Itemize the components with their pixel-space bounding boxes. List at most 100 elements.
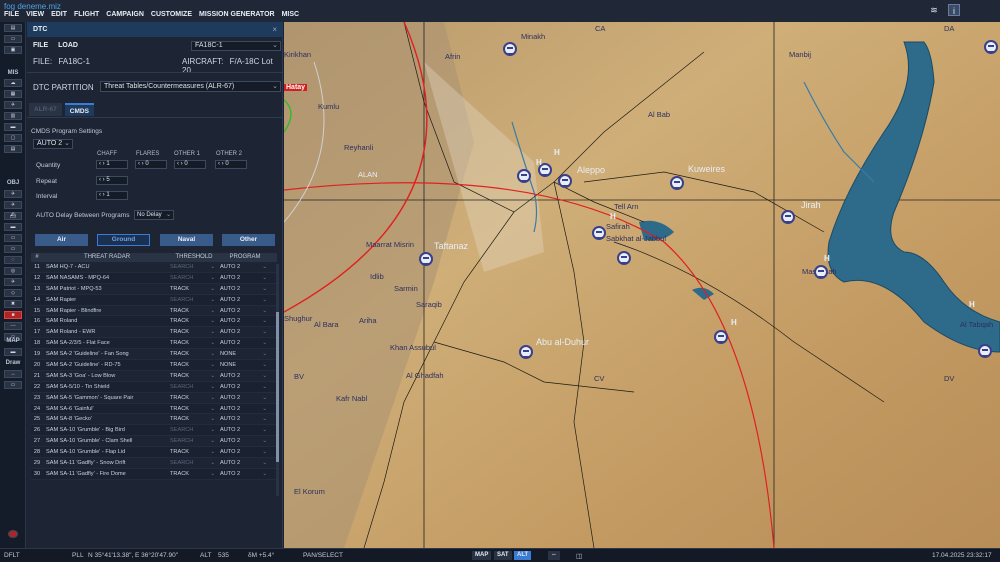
close-icon[interactable]: × — [272, 25, 277, 34]
table-row[interactable]: 13 SAM Patriot - MPQ-53 TRACK ⌄ AUTO 2 ⌄ — [31, 284, 277, 295]
menu-view[interactable]: VIEW — [26, 11, 44, 18]
airport-icon[interactable] — [781, 210, 795, 224]
briefing-icon[interactable]: ▦ — [4, 90, 22, 98]
destroy-icon[interactable]: ■ — [4, 311, 22, 319]
static-object-icon[interactable]: ▭ — [4, 234, 22, 242]
threshold-select[interactable]: TRACK ⌄ — [168, 371, 218, 381]
program-select[interactable]: NONE ⌄ — [218, 360, 270, 370]
airport-icon[interactable] — [592, 226, 606, 240]
table-row[interactable]: 26 SAM SA-10 'Grumble' - Big Bird SEARCH ⌄ A… — [31, 425, 277, 437]
table-row[interactable]: 14 SAM Rapier SEARCH ⌄ AUTO 2 ⌄ — [31, 294, 277, 306]
threshold-select[interactable]: TRACK ⌄ — [168, 360, 218, 370]
menu-mission-generator[interactable]: MISSION GENERATOR — [199, 11, 275, 18]
draw-label[interactable]: Draw — [0, 360, 26, 366]
load-tab[interactable]: LOAD — [58, 42, 78, 49]
menu-misc[interactable]: MISC — [282, 11, 300, 18]
program-select[interactable]: AUTO 2 ⌄ — [218, 382, 270, 392]
helipad-icon[interactable]: H — [536, 158, 542, 167]
table-row[interactable]: 18 SAM SA-2/3/5 - Flat Face TRACK ⌄ AUTO 2 ⌄ — [31, 338, 277, 350]
program-select[interactable]: AUTO 2 ⌄ — [218, 458, 270, 468]
airport-icon[interactable] — [517, 169, 531, 183]
helicopter-group-icon[interactable]: ✈ — [4, 201, 22, 209]
wifi-icon[interactable]: ≋ — [928, 4, 940, 16]
program-select[interactable]: AUTO 2 ⌄ — [218, 414, 270, 424]
threshold-select[interactable]: SEARCH ⌄ — [168, 273, 218, 283]
program-select[interactable]: AUTO 2 ⌄ — [218, 262, 270, 272]
goals-icon[interactable]: ▬ — [4, 123, 22, 131]
helipad-icon[interactable]: H — [610, 212, 616, 221]
repeat-stepper[interactable]: ‹ › 5 — [96, 176, 128, 185]
program-select[interactable]: AUTO 2 ⌄ — [218, 447, 270, 457]
program-select[interactable]: AUTO 2 ⌄ — [218, 273, 270, 283]
program-select[interactable]: AUTO 2 ⌄ — [218, 284, 270, 294]
delay-select[interactable]: No Delay ⌄ — [134, 210, 174, 220]
ground-button[interactable]: Ground — [97, 234, 150, 246]
threshold-select[interactable]: TRACK ⌄ — [168, 316, 218, 326]
table-row[interactable]: 27 SAM SA-10 'Grumble' - Clam Shell SEARCH… — [31, 436, 277, 448]
airbase-icon[interactable]: ✈ — [4, 278, 22, 286]
program-select[interactable]: AUTO 2 ⌄ — [218, 436, 270, 446]
map-canvas[interactable] — [284, 22, 1000, 548]
alt-button[interactable]: ALT — [514, 551, 532, 560]
bullseye-icon[interactable]: ◎ — [4, 267, 22, 275]
menu-edit[interactable]: EDIT — [51, 11, 67, 18]
sequence-icon[interactable]: ◦◦◦ — [4, 322, 22, 330]
threshold-select[interactable]: TRACK ⌄ — [168, 306, 218, 316]
helipad-icon[interactable]: H — [554, 148, 560, 157]
threshold-select[interactable]: TRACK ⌄ — [168, 338, 218, 348]
table-row[interactable]: 17 SAM Roland - EWR TRACK ⌄ AUTO 2 ⌄ — [31, 327, 277, 339]
naval-button[interactable]: Naval — [160, 234, 213, 246]
table-row[interactable]: 25 SAM SA-8 'Gecko' TRACK ⌄ AUTO 2 ⌄ — [31, 414, 277, 426]
coalition-icon[interactable]: ▢ — [4, 134, 22, 142]
program-select[interactable]: AUTO 2 ⌄ — [218, 306, 270, 316]
airport-icon[interactable] — [558, 174, 572, 188]
airport-icon[interactable] — [978, 344, 992, 358]
table-row[interactable]: 22 SAM SA-5/10 - Tin Shield SEARCH ⌄ AUTO 2 ⌄ — [31, 381, 277, 393]
threshold-select[interactable]: SEARCH ⌄ — [168, 436, 218, 446]
table-row[interactable]: 11 SAM HQ-7 - ACU SEARCH ⌄ AUTO 2 ⌄ — [31, 262, 277, 273]
record-icon[interactable] — [8, 530, 18, 538]
table-row[interactable]: 28 SAM SA-10 'Grumble' - Flap Lid TRACK ⌄ AU… — [31, 447, 277, 459]
table-row[interactable]: 30 SAM SA-11 'Gadfly' - Fire Dome TRACK ⌄ AU… — [31, 468, 277, 480]
menu-campaign[interactable]: CAMPAIGN — [106, 11, 144, 18]
menu-flight[interactable]: FLIGHT — [74, 11, 99, 18]
aircraft-select[interactable]: FA18C-1 ⌄ — [191, 41, 281, 51]
airport-icon[interactable] — [519, 345, 533, 359]
threshold-select[interactable]: SEARCH ⌄ — [168, 458, 218, 468]
program-select[interactable]: AUTO 2 ⌄ — [218, 469, 270, 479]
other-button[interactable]: Other — [222, 234, 275, 246]
program-select[interactable]: AUTO 2 ⌄ — [218, 371, 270, 381]
tab-cmds[interactable]: CMDS — [64, 103, 94, 116]
table-row[interactable]: 21 SAM SA-3 'Goa' - Low Blow TRACK ⌄ AUTO 2 ⌄ — [31, 371, 277, 382]
table-scroll-thumb[interactable] — [276, 312, 279, 462]
partition-select[interactable]: Threat Tables/Countermeasures (ALR-67) ⌄ — [100, 81, 281, 92]
table-row[interactable]: 19 SAM SA-2 'Guideline' - Fan Song TRACK ⌄ N… — [31, 349, 277, 361]
map-button[interactable]: MAP — [472, 551, 492, 560]
airport-icon[interactable] — [814, 265, 828, 279]
tab-alr67[interactable]: ALR-67 — [29, 103, 62, 116]
aircraft-icon[interactable]: ✈ — [4, 101, 22, 109]
threshold-select[interactable]: SEARCH ⌄ — [168, 382, 218, 392]
program-select[interactable]: AUTO 2 ⌄ — [218, 425, 270, 435]
threshold-select[interactable]: TRACK ⌄ — [168, 393, 218, 403]
plane-group-icon[interactable]: ✈ — [4, 190, 22, 198]
threshold-select[interactable]: TRACK ⌄ — [168, 349, 218, 359]
table-row[interactable]: 12 SAM NASAMS - MPQ-64 SEARCH ⌄ AUTO 2 ⌄ — [31, 272, 277, 284]
chaff-quantity-stepper[interactable]: ‹ › 1 — [96, 160, 128, 169]
airport-icon[interactable] — [503, 42, 517, 56]
triggers-icon[interactable]: ▥ — [4, 112, 22, 120]
helipad-icon[interactable]: H — [731, 318, 737, 327]
threshold-select[interactable]: TRACK ⌄ — [168, 414, 218, 424]
mode-select[interactable]: DFLT — [4, 552, 20, 559]
program-select[interactable]: AUTO 2 ⌄ — [218, 393, 270, 403]
threshold-select[interactable]: SEARCH ⌄ — [168, 425, 218, 435]
threshold-select[interactable]: TRACK ⌄ — [168, 284, 218, 294]
nav-point-icon[interactable]: ◇ — [4, 289, 22, 297]
map-view[interactable]: Hatay Minakh Afrin Kirikhan Kumlu Reyhan… — [284, 22, 1000, 548]
program-select[interactable]: AUTO 2 ⌄ — [218, 316, 270, 326]
ship-group-icon[interactable]: ⛴ — [4, 212, 22, 220]
table-row[interactable]: 16 SAM Roland TRACK ⌄ AUTO 2 ⌄ — [31, 316, 277, 328]
threshold-select[interactable]: SEARCH ⌄ — [168, 295, 218, 305]
program-select[interactable]: AUTO 2 ⌄ — [218, 338, 270, 348]
helipad-icon[interactable]: H — [824, 254, 830, 263]
